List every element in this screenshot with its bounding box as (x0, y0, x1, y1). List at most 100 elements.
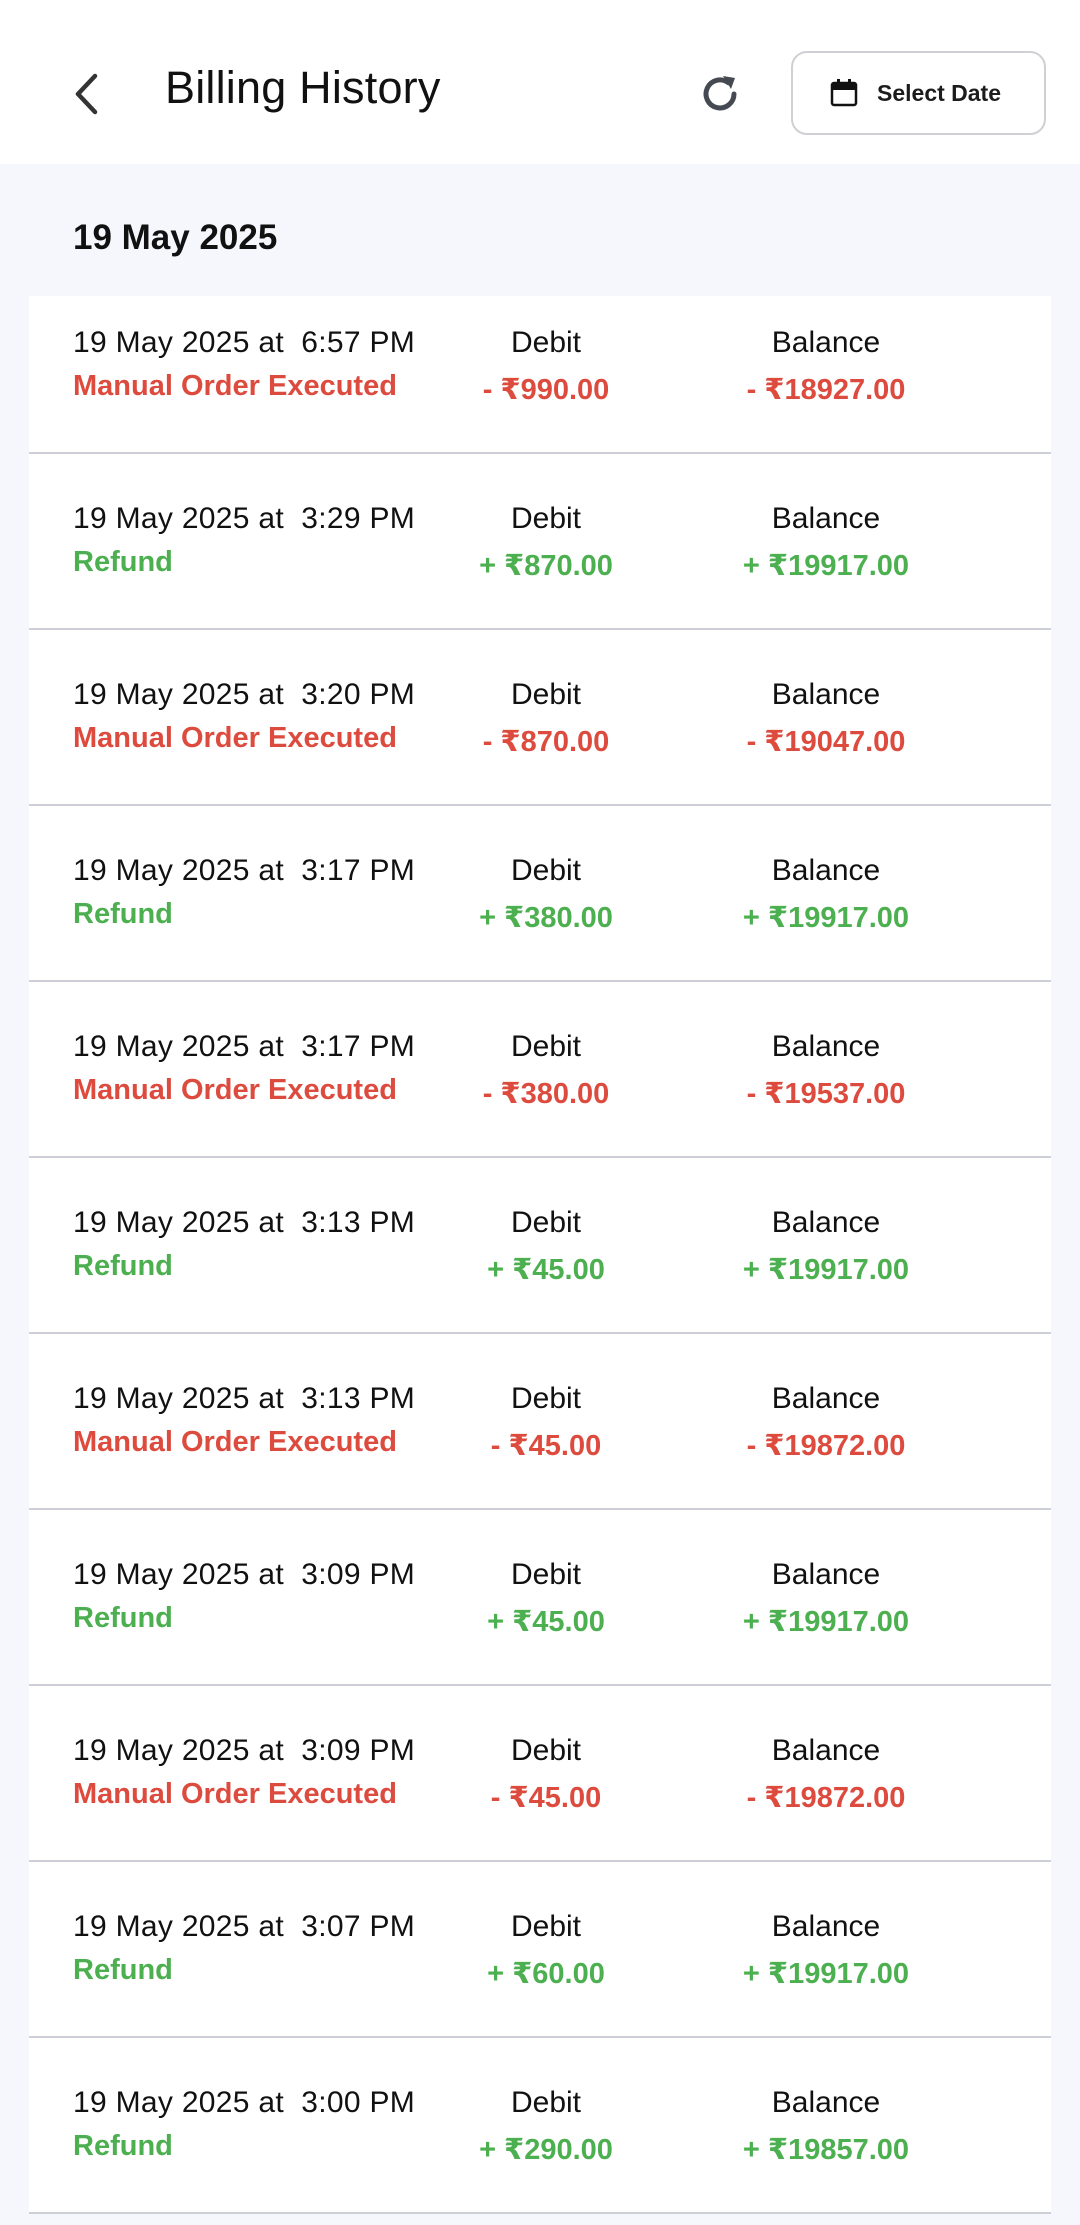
balance-amount: + ₹19917.00 (742, 1254, 910, 1286)
date-section-heading: 19 May 2025 (73, 218, 278, 257)
transaction-datetime: 19 May 2025 at 3:13 PM (73, 1382, 416, 1415)
transaction-row[interactable]: 19 May 2025 at 3:13 PM Manual Order Execu… (29, 1334, 1051, 1510)
debit-column: Debit - ₹990.00 (436, 326, 656, 407)
balance-column: Balance - ₹19537.00 (716, 1030, 936, 1111)
transaction-datetime: 19 May 2025 at 3:09 PM (73, 1558, 416, 1591)
transaction-row[interactable]: 19 May 2025 at 3:17 PM Refund Debit + ₹380.… (29, 806, 1051, 982)
transaction-type: Manual Order Executed (73, 1426, 397, 1458)
transaction-row[interactable]: 19 May 2025 at 3:09 PM Refund Debit + ₹45.0… (29, 1510, 1051, 1686)
balance-amount: - ₹19872.00 (746, 1782, 906, 1814)
transaction-type: Manual Order Executed (73, 1778, 397, 1810)
transaction-row[interactable]: 19 May 2025 at 6:57 PM Manual Order Execu… (29, 296, 1051, 454)
transaction-datetime: 19 May 2025 at 6:57 PM (73, 326, 416, 359)
balance-column: Balance + ₹19917.00 (716, 1206, 936, 1287)
transaction-type: Refund (73, 2130, 173, 2162)
transaction-datetime: 19 May 2025 at 3:17 PM (73, 1030, 416, 1063)
transaction-row[interactable]: 19 May 2025 at 3:17 PM Manual Order Execu… (29, 982, 1051, 1158)
debit-header: Debit (510, 1030, 582, 1063)
debit-header: Debit (510, 1734, 582, 1767)
calendar-icon (829, 78, 859, 108)
transaction-type: Manual Order Executed (73, 1074, 397, 1106)
balance-column: Balance - ₹19047.00 (716, 678, 936, 759)
select-date-label: Select Date (877, 79, 1002, 106)
transaction-type: Manual Order Executed (73, 722, 397, 754)
balance-amount: - ₹19537.00 (746, 1078, 906, 1110)
balance-column: Balance + ₹19917.00 (716, 1558, 936, 1639)
transaction-type: Refund (73, 1954, 173, 1986)
debit-amount: - ₹990.00 (482, 374, 610, 406)
transaction-row[interactable]: 19 May 2025 at 3:20 PM Manual Order Execu… (29, 630, 1051, 806)
debit-column: Debit - ₹45.00 (436, 1382, 656, 1463)
transaction-datetime: 19 May 2025 at 3:29 PM (73, 502, 416, 535)
balance-header: Balance (771, 1030, 881, 1063)
debit-header: Debit (510, 1206, 582, 1239)
balance-amount: + ₹19917.00 (742, 1606, 910, 1638)
debit-amount: - ₹870.00 (482, 726, 610, 758)
transaction-row[interactable]: 19 May 2025 at 3:07 PM Refund Debit + ₹60.0… (29, 1862, 1051, 2038)
transaction-row[interactable]: 19 May 2025 at 3:00 PM Refund Debit + ₹290.… (29, 2038, 1051, 2214)
debit-header: Debit (510, 854, 582, 887)
transaction-type: Refund (73, 1250, 173, 1282)
debit-column: Debit + ₹45.00 (436, 1206, 656, 1287)
balance-header: Balance (771, 678, 881, 711)
balance-column: Balance - ₹19872.00 (716, 1382, 936, 1463)
debit-amount: - ₹45.00 (490, 1782, 602, 1814)
debit-amount: + ₹60.00 (487, 1958, 605, 1990)
transaction-type: Refund (73, 898, 173, 930)
balance-header: Balance (771, 502, 881, 535)
transaction-row[interactable]: 19 May 2025 at 3:13 PM Refund Debit + ₹45.0… (29, 1158, 1051, 1334)
balance-column: Balance + ₹19857.00 (716, 2086, 936, 2167)
transaction-list: 19 May 2025 at 6:57 PM Manual Order Execu… (29, 296, 1051, 2214)
back-button[interactable] (60, 64, 112, 128)
debit-amount: - ₹380.00 (482, 1078, 610, 1110)
balance-amount: - ₹19872.00 (746, 1430, 906, 1462)
refresh-icon (697, 71, 743, 122)
balance-amount: + ₹19917.00 (742, 550, 910, 582)
transaction-datetime: 19 May 2025 at 3:20 PM (73, 678, 416, 711)
debit-header: Debit (510, 678, 582, 711)
transaction-datetime: 19 May 2025 at 3:00 PM (73, 2086, 416, 2119)
debit-header: Debit (510, 326, 582, 359)
balance-amount: + ₹19857.00 (742, 2134, 910, 2166)
balance-amount: - ₹19047.00 (746, 726, 906, 758)
debit-amount: + ₹290.00 (479, 2134, 613, 2166)
balance-header: Balance (771, 1558, 881, 1591)
balance-amount: + ₹19917.00 (742, 902, 910, 934)
debit-column: Debit - ₹45.00 (436, 1734, 656, 1815)
balance-header: Balance (771, 1206, 881, 1239)
transaction-row[interactable]: 19 May 2025 at 3:29 PM Refund Debit + ₹870.… (29, 454, 1051, 630)
debit-column: Debit + ₹870.00 (436, 502, 656, 583)
transaction-type: Manual Order Executed (73, 370, 397, 402)
debit-header: Debit (510, 2086, 582, 2119)
transaction-type: Refund (73, 1602, 173, 1634)
debit-amount: + ₹45.00 (487, 1254, 605, 1286)
page-title: Billing History (165, 62, 441, 113)
balance-amount: + ₹19917.00 (742, 1958, 910, 1990)
balance-header: Balance (771, 854, 881, 887)
debit-header: Debit (510, 1910, 582, 1943)
balance-amount: - ₹18927.00 (746, 374, 906, 406)
debit-amount: - ₹45.00 (490, 1430, 602, 1462)
balance-header: Balance (771, 326, 881, 359)
debit-column: Debit + ₹45.00 (436, 1558, 656, 1639)
balance-header: Balance (771, 1734, 881, 1767)
debit-column: Debit - ₹870.00 (436, 678, 656, 759)
balance-column: Balance + ₹19917.00 (716, 502, 936, 583)
debit-header: Debit (510, 502, 582, 535)
refresh-button[interactable] (690, 66, 750, 126)
debit-column: Debit - ₹380.00 (436, 1030, 656, 1111)
debit-column: Debit + ₹380.00 (436, 854, 656, 935)
debit-amount: + ₹380.00 (479, 902, 613, 934)
balance-column: Balance + ₹19917.00 (716, 854, 936, 935)
debit-header: Debit (510, 1558, 582, 1591)
transaction-datetime: 19 May 2025 at 3:07 PM (73, 1910, 416, 1943)
transaction-type: Refund (73, 546, 173, 578)
debit-amount: + ₹45.00 (487, 1606, 605, 1638)
balance-column: Balance + ₹19917.00 (716, 1910, 936, 1991)
debit-header: Debit (510, 1382, 582, 1415)
debit-column: Debit + ₹290.00 (436, 2086, 656, 2167)
transaction-row[interactable]: 19 May 2025 at 3:09 PM Manual Order Execu… (29, 1686, 1051, 1862)
select-date-button[interactable]: Select Date (791, 51, 1046, 135)
chevron-left-icon (71, 72, 101, 121)
transaction-datetime: 19 May 2025 at 3:09 PM (73, 1734, 416, 1767)
